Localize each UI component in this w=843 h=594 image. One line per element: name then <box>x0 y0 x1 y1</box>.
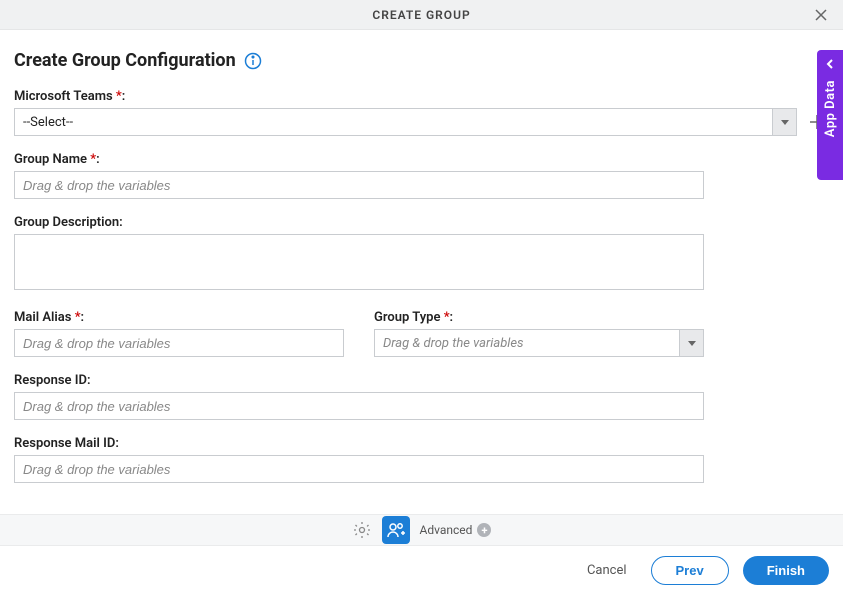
plus-circle-icon: + <box>477 523 491 537</box>
chevron-down-icon[interactable] <box>679 330 703 356</box>
advanced-label: Advanced <box>420 523 473 537</box>
page-title: Create Group Configuration <box>14 50 236 71</box>
field-response-mail: Response Mail ID: <box>14 436 829 483</box>
dialog-body: Create Group Configuration Microsoft Tea… <box>0 30 843 483</box>
bottom-toolbar: Advanced + <box>0 514 843 546</box>
close-icon[interactable] <box>813 7 829 23</box>
ms-teams-select[interactable]: --Select-- <box>14 108 797 136</box>
info-icon[interactable] <box>244 52 262 70</box>
gear-icon[interactable] <box>352 520 372 540</box>
finish-button[interactable]: Finish <box>743 556 829 585</box>
page-title-row: Create Group Configuration <box>14 50 829 71</box>
label-mail-alias: Mail Alias *: <box>14 310 344 325</box>
field-group-desc: Group Description: <box>14 215 829 294</box>
prev-button[interactable]: Prev <box>651 556 729 585</box>
app-data-label: App Data <box>823 80 838 137</box>
chevron-down-icon[interactable] <box>772 109 796 135</box>
field-ms-teams: Microsoft Teams *: --Select-- <box>14 89 829 136</box>
label-group-type: Group Type *: <box>374 310 704 325</box>
field-group-name: Group Name *: <box>14 152 829 199</box>
group-desc-input[interactable] <box>14 234 704 290</box>
label-ms-teams: Microsoft Teams *: <box>14 89 829 104</box>
advanced-link[interactable]: Advanced + <box>420 523 492 537</box>
cancel-button[interactable]: Cancel <box>577 557 637 584</box>
label-response-mail: Response Mail ID: <box>14 436 829 451</box>
app-data-side-tab[interactable]: App Data <box>817 50 843 180</box>
group-type-placeholder: Drag & drop the variables <box>375 330 679 356</box>
field-mail-alias: Mail Alias *: <box>14 310 344 357</box>
label-response-id: Response ID: <box>14 373 829 388</box>
dialog-footer: Cancel Prev Finish <box>0 546 843 594</box>
dialog-title: CREATE GROUP <box>372 8 470 22</box>
group-name-input[interactable] <box>14 171 704 199</box>
mail-alias-input[interactable] <box>14 329 344 357</box>
users-add-icon[interactable] <box>382 516 410 544</box>
field-group-type: Group Type *: Drag & drop the variables <box>374 310 704 357</box>
label-group-desc: Group Description: <box>14 215 829 230</box>
response-mail-input[interactable] <box>14 455 704 483</box>
field-response-id: Response ID: <box>14 373 829 420</box>
dialog-header: CREATE GROUP <box>0 0 843 30</box>
response-id-input[interactable] <box>14 392 704 420</box>
label-group-name: Group Name *: <box>14 152 829 167</box>
ms-teams-selected: --Select-- <box>15 115 772 130</box>
group-type-select[interactable]: Drag & drop the variables <box>374 329 704 357</box>
